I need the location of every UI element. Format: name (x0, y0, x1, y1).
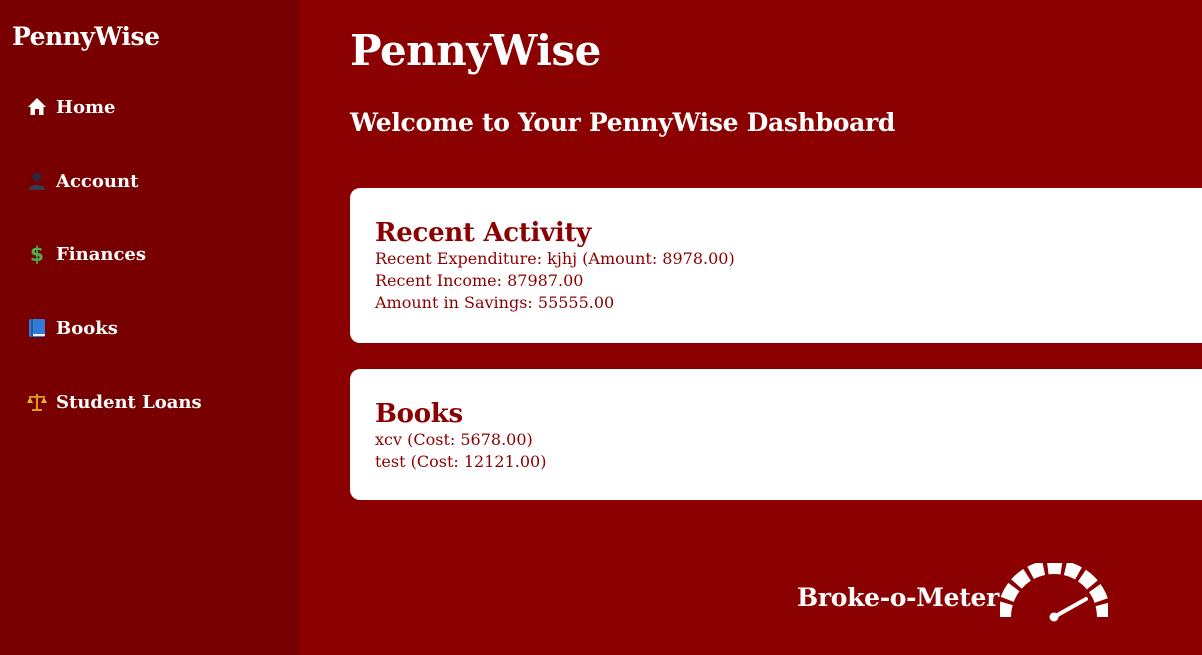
sidebar-item-label: Finances (56, 243, 146, 265)
page-subtitle: Welcome to Your PennyWise Dashboard (350, 108, 896, 137)
sidebar: PennyWise Home Account $ Finances Books … (0, 0, 300, 655)
dollar-icon: $ (26, 243, 48, 265)
sidebar-item-label: Student Loans (56, 391, 202, 413)
sidebar-item-finances[interactable]: $ Finances (26, 243, 146, 265)
sidebar-brand: PennyWise (12, 22, 160, 51)
sidebar-item-books[interactable]: Books (26, 317, 118, 339)
sidebar-item-account[interactable]: Account (26, 170, 138, 192)
sidebar-item-label: Books (56, 317, 118, 339)
scales-icon (26, 391, 48, 413)
books-card: Books xcv (Cost: 5678.00) test (Cost: 12… (350, 369, 1202, 500)
sidebar-item-label: Account (56, 170, 139, 192)
sidebar-item-label: Home (56, 96, 116, 118)
app: PennyWise Home Account $ Finances Books … (0, 0, 1202, 655)
recent-activity-card: Recent Activity Recent Expenditure: kjhj… (350, 188, 1202, 343)
book-list-item: xcv (Cost: 5678.00) (375, 430, 533, 449)
home-icon (26, 96, 48, 118)
user-icon (26, 170, 48, 192)
book-icon (26, 317, 48, 339)
books-card-title: Books (375, 399, 463, 429)
recent-income-text: Recent Income: 87987.00 (375, 271, 584, 290)
gauge-icon (997, 560, 1111, 627)
svg-text:$: $ (30, 243, 44, 265)
page-title: PennyWise (350, 26, 601, 75)
broke-o-meter-label: Broke-o-Meter (797, 583, 999, 612)
sidebar-item-student-loans[interactable]: Student Loans (26, 391, 202, 413)
savings-amount-text: Amount in Savings: 55555.00 (375, 293, 615, 312)
recent-activity-title: Recent Activity (375, 218, 591, 248)
recent-expenditure-text: Recent Expenditure: kjhj (Amount: 8978.0… (375, 249, 735, 268)
book-list-item: test (Cost: 12121.00) (375, 452, 547, 471)
sidebar-item-home[interactable]: Home (26, 96, 116, 118)
